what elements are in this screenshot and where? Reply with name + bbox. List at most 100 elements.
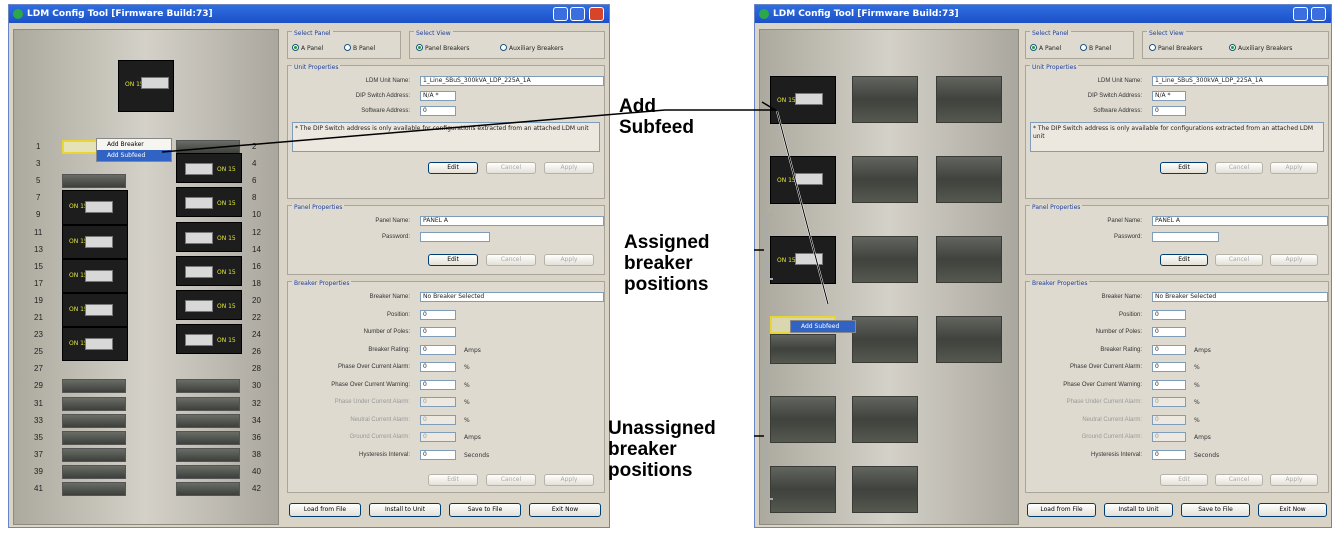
breaker-prop-field[interactable]: 0 — [1152, 362, 1186, 372]
footer-button-0[interactable]: Load from File — [289, 503, 361, 517]
breaker-cancel-button[interactable]: Cancel — [1215, 474, 1263, 486]
footer-button-2[interactable]: Save to File — [1181, 503, 1250, 517]
empty-slot[interactable] — [176, 430, 240, 445]
assigned-breaker[interactable]: ON 15 — [62, 293, 128, 328]
aux-breaker-slot[interactable] — [852, 396, 918, 443]
software-address-field[interactable]: 0 — [1152, 106, 1186, 116]
menu-item-add-subfeed[interactable]: Add Subfeed — [791, 321, 855, 332]
empty-slot[interactable] — [62, 174, 126, 189]
empty-slot[interactable] — [176, 464, 240, 479]
aux-breaker-assigned[interactable]: ON 15 — [770, 236, 836, 284]
close-button[interactable] — [589, 7, 604, 21]
empty-slot[interactable] — [176, 447, 240, 462]
aux-breaker-assigned[interactable]: ON 15 — [770, 76, 836, 124]
assigned-breaker[interactable]: ON 15 — [62, 258, 128, 293]
assigned-breaker[interactable]: ON 15 — [176, 221, 242, 252]
radio-panel-breakers[interactable]: Panel Breakers — [1149, 44, 1202, 52]
breaker-prop-field[interactable]: 0 — [420, 327, 456, 337]
aux-breaker-slot[interactable] — [936, 236, 1002, 283]
footer-button-0[interactable]: Load from File — [1027, 503, 1096, 517]
breaker-prop-field[interactable]: No Breaker Selected — [1152, 292, 1328, 302]
minimize-button[interactable] — [1293, 7, 1308, 21]
assigned-breaker[interactable]: ON 15 — [62, 224, 128, 259]
empty-slot[interactable] — [62, 413, 126, 428]
maximize-button[interactable] — [570, 7, 585, 21]
footer-button-3[interactable]: Exit Now — [1258, 503, 1327, 517]
assigned-breaker[interactable]: ON 15 — [176, 324, 242, 355]
dip-switch-field[interactable]: N/A * — [420, 91, 456, 101]
panel-name-field[interactable]: PANEL A — [420, 216, 604, 226]
ldm-unit-name-field[interactable]: 1_Line_SBuS_300kVA_LDP_225A_1A — [420, 76, 604, 86]
main-breaker[interactable]: ON 15 — [118, 60, 174, 112]
radio-auxiliary-breakers[interactable]: Auxiliary Breakers — [1229, 44, 1292, 52]
aux-breaker-slot[interactable] — [852, 156, 918, 203]
radio-b-panel[interactable]: B Panel — [1080, 44, 1111, 52]
radio-panel-breakers[interactable]: Panel Breakers — [416, 44, 469, 52]
radio-dot[interactable] — [500, 44, 507, 51]
breaker-prop-field[interactable]: 0 — [1152, 327, 1186, 337]
software-address-field[interactable]: 0 — [420, 106, 456, 116]
password-field[interactable] — [1152, 232, 1219, 242]
empty-slot[interactable] — [62, 447, 126, 462]
panel-name-field[interactable]: PANEL A — [1152, 216, 1328, 226]
breaker-apply-button[interactable]: Apply — [544, 474, 594, 486]
breaker-prop-field[interactable]: 0 — [420, 309, 456, 320]
radio-dot[interactable] — [416, 44, 423, 51]
aux-breaker-slot[interactable] — [936, 156, 1002, 203]
panel-cancel-button[interactable]: Cancel — [1215, 254, 1263, 266]
aux-breaker-slot[interactable] — [852, 236, 918, 283]
aux-breaker-slot[interactable] — [770, 466, 836, 513]
empty-slot[interactable] — [62, 430, 126, 445]
empty-slot[interactable] — [62, 379, 126, 394]
password-field[interactable] — [420, 232, 490, 242]
unit-cancel-button[interactable]: Cancel — [486, 162, 536, 174]
menu-item-add-subfeed[interactable]: Add Subfeed — [97, 150, 171, 161]
empty-slot[interactable] — [176, 413, 240, 428]
radio-dot[interactable] — [1080, 44, 1087, 51]
breaker-prop-field[interactable]: 0 — [420, 362, 456, 372]
breaker-apply-button[interactable]: Apply — [1270, 474, 1318, 486]
assigned-breaker[interactable]: ON 15 — [176, 187, 242, 218]
radio-auxiliary-breakers[interactable]: Auxiliary Breakers — [500, 44, 563, 52]
unit-edit-button[interactable]: Edit — [1160, 162, 1208, 174]
minimize-button[interactable] — [553, 7, 568, 21]
aux-breaker-assigned[interactable]: ON 15 — [770, 156, 836, 204]
empty-slot[interactable] — [176, 140, 240, 154]
empty-slot[interactable] — [62, 482, 126, 496]
radio-a-panel[interactable]: A Panel — [1030, 44, 1061, 52]
panel-apply-button[interactable]: Apply — [1270, 254, 1318, 266]
unit-edit-button[interactable]: Edit — [428, 162, 478, 174]
radio-dot[interactable] — [292, 44, 299, 51]
menu-item-add-breaker[interactable]: Add Breaker — [97, 139, 171, 150]
breaker-prop-field[interactable]: 0 — [1152, 309, 1186, 320]
radio-dot[interactable] — [1229, 44, 1236, 51]
breaker-prop-field[interactable]: 0 — [1152, 449, 1186, 460]
assigned-breaker[interactable]: ON 15 — [176, 153, 242, 184]
aux-breaker-slot[interactable] — [770, 396, 836, 443]
footer-button-3[interactable]: Exit Now — [529, 503, 601, 517]
breaker-prop-field[interactable]: 0 — [1152, 344, 1186, 355]
assigned-breaker[interactable]: ON 15 — [62, 327, 128, 362]
aux-breaker-slot[interactable] — [770, 334, 836, 364]
radio-dot[interactable] — [1149, 44, 1156, 51]
radio-dot[interactable] — [344, 44, 351, 51]
aux-breaker-slot[interactable] — [936, 76, 1002, 123]
unit-cancel-button[interactable]: Cancel — [1215, 162, 1263, 174]
breaker-edit-button[interactable]: Edit — [1160, 474, 1208, 486]
assigned-breaker[interactable]: ON 15 — [176, 255, 242, 286]
breaker-edit-button[interactable]: Edit — [428, 474, 478, 486]
ldm-unit-name-field[interactable]: 1_Line_SBuS_300kVA_LDP_225A_1A — [1152, 76, 1328, 86]
breaker-prop-field[interactable]: 0 — [1152, 379, 1186, 390]
empty-slot[interactable] — [176, 482, 240, 496]
radio-b-panel[interactable]: B Panel — [344, 44, 375, 52]
footer-button-1[interactable]: Install to Unit — [1104, 503, 1173, 517]
panel-edit-button[interactable]: Edit — [1160, 254, 1208, 266]
unit-apply-button[interactable]: Apply — [1270, 162, 1318, 174]
panel-apply-button[interactable]: Apply — [544, 254, 594, 266]
panel-cancel-button[interactable]: Cancel — [486, 254, 536, 266]
breaker-prop-field[interactable]: No Breaker Selected — [420, 292, 604, 302]
aux-breaker-slot[interactable] — [852, 316, 918, 363]
unit-apply-button[interactable]: Apply — [544, 162, 594, 174]
maximize-button[interactable] — [1311, 7, 1326, 21]
breaker-prop-field[interactable]: 0 — [420, 449, 456, 460]
